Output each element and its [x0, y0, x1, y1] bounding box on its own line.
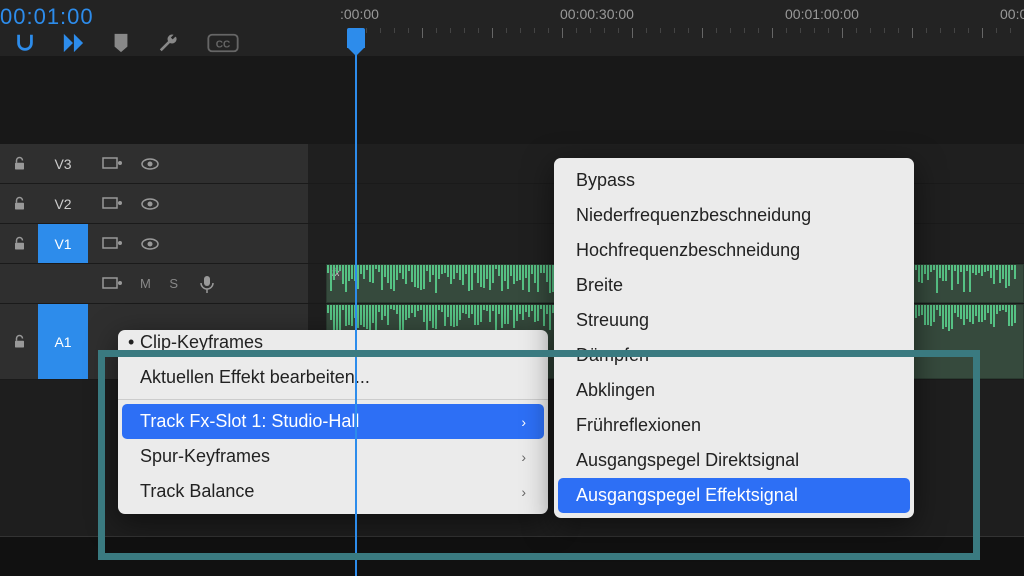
menu-item-label: Bypass: [576, 170, 635, 191]
marker-icon[interactable]: [110, 32, 132, 54]
menu-item[interactable]: Ausgangspegel Direktsignal: [554, 443, 914, 478]
lock-icon[interactable]: [0, 196, 38, 211]
linked-selection-icon[interactable]: [62, 32, 84, 54]
playhead-timecode[interactable]: 00:01:00: [0, 0, 94, 30]
menu-item[interactable]: Aktuellen Effekt bearbeiten...: [118, 360, 548, 395]
menu-item-label: Aktuellen Effekt bearbeiten...: [140, 367, 370, 388]
chevron-right-icon: ›: [521, 484, 526, 500]
snap-icon[interactable]: [14, 32, 36, 54]
menu-item[interactable]: Track Balance ›: [118, 474, 548, 509]
menu-item[interactable]: Bypass: [554, 163, 914, 198]
sync-lock-icon[interactable]: [102, 194, 122, 214]
eye-icon[interactable]: [140, 234, 160, 254]
lock-icon[interactable]: [0, 156, 38, 171]
menu-item-label: Abklingen: [576, 380, 655, 401]
track-label[interactable]: V3: [38, 144, 88, 183]
track-label[interactable]: V2: [38, 184, 88, 223]
menu-item-label: Dämpfen: [576, 345, 649, 366]
menu-item[interactable]: Breite: [554, 268, 914, 303]
eye-icon[interactable]: [140, 154, 160, 174]
captions-icon[interactable]: CC: [206, 32, 240, 54]
menu-item[interactable]: Hochfrequenzbeschneidung: [554, 233, 914, 268]
menu-item-label: Track Balance: [140, 481, 254, 502]
chevron-right-icon: ›: [521, 449, 526, 465]
lock-icon[interactable]: [0, 236, 38, 251]
menu-item-label: Streuung: [576, 310, 649, 331]
menu-item[interactable]: Spur-Keyframes ›: [118, 439, 548, 474]
menu-item-label: Track Fx-Slot 1: Studio-Hall: [140, 411, 359, 432]
menu-item-label: Frühreflexionen: [576, 415, 701, 436]
mute-button[interactable]: M: [140, 276, 151, 291]
menu-item-label: Breite: [576, 275, 623, 296]
menu-item[interactable]: Frühreflexionen: [554, 408, 914, 443]
menu-item-label: Spur-Keyframes: [140, 446, 270, 467]
playhead-handle[interactable]: [347, 28, 365, 48]
empty-space: [0, 56, 1024, 144]
menu-item-label: Niederfrequenzbeschneidung: [576, 205, 811, 226]
menu-item-label: Clip-Keyframes: [140, 332, 263, 353]
solo-button[interactable]: S: [169, 276, 178, 291]
chevron-right-icon: ›: [521, 414, 526, 430]
context-menu-primary: Clip-Keyframes Aktuellen Effekt bearbeite…: [118, 330, 548, 514]
ruler-label: 00:00:30:00: [560, 6, 634, 22]
wrench-icon[interactable]: [158, 32, 180, 54]
eye-icon[interactable]: [140, 194, 160, 214]
playhead[interactable]: [355, 30, 357, 576]
scroll-area[interactable]: [0, 536, 1024, 576]
menu-item[interactable]: Clip-Keyframes: [118, 325, 548, 360]
menu-item[interactable]: Niederfrequenzbeschneidung: [554, 198, 914, 233]
menu-item[interactable]: Streuung: [554, 303, 914, 338]
ruler-label: 00:01:00:00: [785, 6, 859, 22]
sync-lock-icon[interactable]: [102, 234, 122, 254]
sync-lock-icon[interactable]: [102, 154, 122, 174]
ruler-label: :00:00: [340, 6, 379, 22]
menu-item[interactable]: Abklingen: [554, 373, 914, 408]
menu-item[interactable]: Track Fx-Slot 1: Studio-Hall ›: [122, 404, 544, 439]
voice-over-icon[interactable]: [197, 274, 217, 294]
menu-item[interactable]: Dämpfen: [554, 338, 914, 373]
menu-item-label: Ausgangspegel Effektsignal: [576, 485, 798, 506]
menu-item[interactable]: Ausgangspegel Effektsignal: [558, 478, 910, 513]
sync-lock-icon[interactable]: [102, 274, 122, 294]
track-label[interactable]: V1: [38, 224, 88, 263]
track-label-a1[interactable]: A1: [38, 304, 88, 379]
menu-item-label: Hochfrequenzbeschneidung: [576, 240, 800, 261]
menu-item-label: Ausgangspegel Direktsignal: [576, 450, 799, 471]
context-menu-secondary: Bypass Niederfrequenzbeschneidung Hochfreq…: [554, 158, 914, 518]
svg-text:CC: CC: [216, 40, 231, 51]
lock-icon[interactable]: [0, 334, 38, 349]
timeline-ruler[interactable]: :00:00 00:00:30:00 00:01:00:00 00:01:30: [340, 0, 1024, 56]
ruler-label: 00:01:30: [1000, 6, 1024, 22]
